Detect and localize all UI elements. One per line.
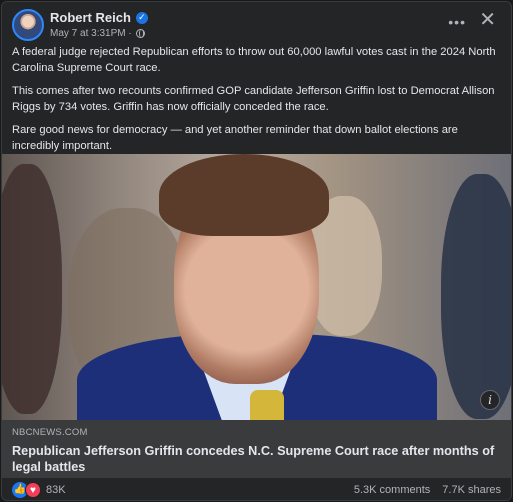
more-options-icon[interactable]: ••• <box>448 14 466 30</box>
engagement-counts: 5.3K comments 7.7K shares <box>354 484 501 496</box>
post-stats: 👍 ♥ 83K 5.3K comments 7.7K shares <box>2 478 511 500</box>
comments-count[interactable]: 5.3K comments <box>354 484 430 496</box>
post-paragraph: A federal judge rejected Republican effo… <box>12 46 496 74</box>
author-name[interactable]: Robert Reich <box>50 10 131 25</box>
main-person-hair <box>159 154 329 236</box>
link-domain: NBCNEWS.COM <box>12 427 88 438</box>
author-row: Robert Reich ✓ <box>50 10 148 25</box>
post-paragraph: Rare good news for democracy — and yet a… <box>12 124 458 152</box>
background-person <box>2 164 62 414</box>
main-person-tie <box>250 390 284 420</box>
post-header: Robert Reich ✓ May 7 at 3:31PM · ••• ✕ <box>2 2 511 46</box>
love-icon: ♥ <box>25 482 41 498</box>
post-card: Robert Reich ✓ May 7 at 3:31PM · ••• ✕ A… <box>1 1 512 501</box>
link-headline: Republican Jefferson Griffin concedes N.… <box>12 444 495 474</box>
post-paragraph: This comes after two recounts confirmed … <box>12 85 495 113</box>
post-body: A federal judge rejected Republican effo… <box>12 44 506 161</box>
reactions[interactable]: 👍 ♥ 83K <box>12 482 66 498</box>
author-avatar[interactable] <box>12 9 44 41</box>
link-preview[interactable]: NBCNEWS.COM Republican Jefferson Griffin… <box>2 420 511 478</box>
info-icon[interactable]: i <box>480 390 500 410</box>
reaction-count[interactable]: 83K <box>46 484 66 496</box>
globe-icon <box>135 29 145 38</box>
article-image[interactable]: i <box>2 154 511 420</box>
close-icon[interactable]: ✕ <box>479 10 496 30</box>
verified-badge-icon: ✓ <box>135 11 148 24</box>
post-meta: May 7 at 3:31PM · <box>50 28 145 39</box>
background-person <box>441 174 511 419</box>
post-time[interactable]: May 7 at 3:31PM · <box>50 28 132 39</box>
shares-count[interactable]: 7.7K shares <box>442 484 501 496</box>
